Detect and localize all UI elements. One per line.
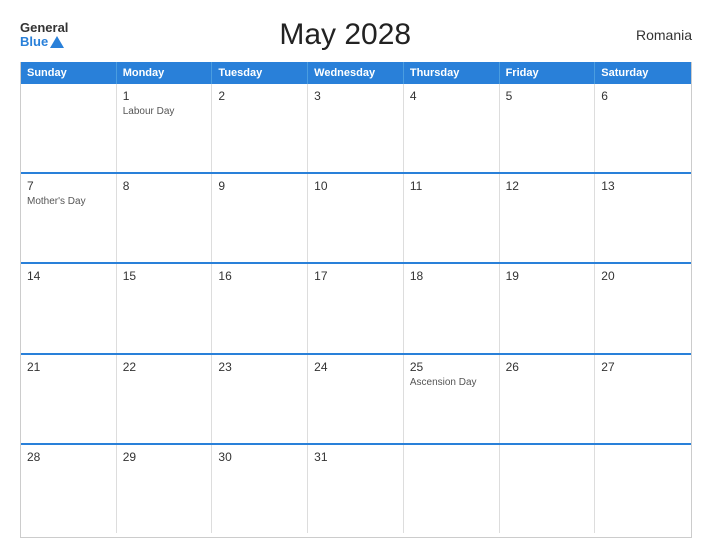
calendar: Sunday Monday Tuesday Wednesday Thursday… — [20, 62, 692, 538]
calendar-cell: 9 — [212, 174, 308, 262]
day-number: 6 — [601, 89, 685, 103]
calendar-cell: 6 — [595, 84, 691, 172]
calendar-cell: 7 Mother's Day — [21, 174, 117, 262]
col-monday: Monday — [117, 62, 213, 84]
calendar-cell: 16 — [212, 264, 308, 352]
day-number: 31 — [314, 450, 397, 464]
calendar-cell: 29 — [117, 445, 213, 533]
day-number: 18 — [410, 269, 493, 283]
calendar-cell: 22 — [117, 355, 213, 443]
logo: General Blue — [20, 21, 68, 50]
holiday-label: Mother's Day — [27, 195, 110, 208]
calendar-cell: 2 — [212, 84, 308, 172]
calendar-cell: 25 Ascension Day — [404, 355, 500, 443]
day-number: 20 — [601, 269, 685, 283]
calendar-cell — [21, 84, 117, 172]
calendar-cell: 21 — [21, 355, 117, 443]
calendar-title: May 2028 — [68, 18, 622, 52]
col-thursday: Thursday — [404, 62, 500, 84]
calendar-header: Sunday Monday Tuesday Wednesday Thursday… — [21, 62, 691, 84]
calendar-cell: 31 — [308, 445, 404, 533]
day-number: 24 — [314, 360, 397, 374]
day-number: 28 — [27, 450, 110, 464]
country-label: Romania — [622, 27, 692, 43]
col-sunday: Sunday — [21, 62, 117, 84]
calendar-cell: 19 — [500, 264, 596, 352]
day-number: 15 — [123, 269, 206, 283]
calendar-cell: 12 — [500, 174, 596, 262]
calendar-cell — [404, 445, 500, 533]
calendar-week-2: 7 Mother's Day 89 10 11 12 13 — [21, 174, 691, 264]
calendar-cell: 10 — [308, 174, 404, 262]
calendar-week-3: 14 15 16 17 18 19 20 — [21, 264, 691, 354]
day-number: 27 — [601, 360, 685, 374]
day-number: 8 — [123, 179, 206, 193]
day-number: 30 — [218, 450, 301, 464]
col-wednesday: Wednesday — [308, 62, 404, 84]
logo-blue-text: Blue — [20, 35, 48, 49]
col-friday: Friday — [500, 62, 596, 84]
calendar-week-5: 28 29 30 31 — [21, 445, 691, 533]
calendar-cell: 28 — [21, 445, 117, 533]
calendar-cell: 26 — [500, 355, 596, 443]
day-number: 19 — [506, 269, 589, 283]
calendar-cell: 13 — [595, 174, 691, 262]
day-number: 26 — [506, 360, 589, 374]
calendar-week-4: 21 22 23 24 25 Ascension Day 26 27 — [21, 355, 691, 445]
day-number: 9 — [218, 179, 301, 193]
calendar-cell — [595, 445, 691, 533]
calendar-cell: 18 — [404, 264, 500, 352]
col-saturday: Saturday — [595, 62, 691, 84]
day-number: 29 — [123, 450, 206, 464]
day-number: 22 — [123, 360, 206, 374]
calendar-cell: 30 — [212, 445, 308, 533]
day-number: 7 — [27, 179, 110, 193]
calendar-cell — [500, 445, 596, 533]
day-number: 23 — [218, 360, 301, 374]
calendar-cell: 27 — [595, 355, 691, 443]
calendar-cell: 8 — [117, 174, 213, 262]
day-number: 14 — [27, 269, 110, 283]
col-tuesday: Tuesday — [212, 62, 308, 84]
calendar-cell: 1 Labour Day — [117, 84, 213, 172]
holiday-label: Ascension Day — [410, 376, 493, 389]
calendar-body: 1Labour Day234567Mother's Day89101112131… — [21, 84, 691, 533]
holiday-label: Labour Day — [123, 105, 206, 118]
calendar-cell: 24 — [308, 355, 404, 443]
day-number: 1 — [123, 89, 206, 103]
day-number: 11 — [410, 179, 493, 193]
calendar-cell: 20 — [595, 264, 691, 352]
day-number: 17 — [314, 269, 397, 283]
day-number: 3 — [314, 89, 397, 103]
day-number: 16 — [218, 269, 301, 283]
day-number: 12 — [506, 179, 589, 193]
calendar-cell: 4 — [404, 84, 500, 172]
day-number: 21 — [27, 360, 110, 374]
logo-triangle-icon — [50, 36, 64, 48]
calendar-cell: 23 — [212, 355, 308, 443]
calendar-cell: 17 — [308, 264, 404, 352]
day-number: 25 — [410, 360, 493, 374]
page: General Blue May 2028 Romania Sunday Mon… — [0, 0, 712, 550]
calendar-cell: 3 — [308, 84, 404, 172]
calendar-cell: 15 — [117, 264, 213, 352]
calendar-week-1: 1 Labour Day 23456 — [21, 84, 691, 174]
calendar-cell: 11 — [404, 174, 500, 262]
day-number: 10 — [314, 179, 397, 193]
day-number: 5 — [506, 89, 589, 103]
day-number: 13 — [601, 179, 685, 193]
calendar-cell: 14 — [21, 264, 117, 352]
logo-general-text: General — [20, 21, 68, 35]
day-number: 2 — [218, 89, 301, 103]
calendar-cell: 5 — [500, 84, 596, 172]
day-number: 4 — [410, 89, 493, 103]
header: General Blue May 2028 Romania — [20, 18, 692, 52]
